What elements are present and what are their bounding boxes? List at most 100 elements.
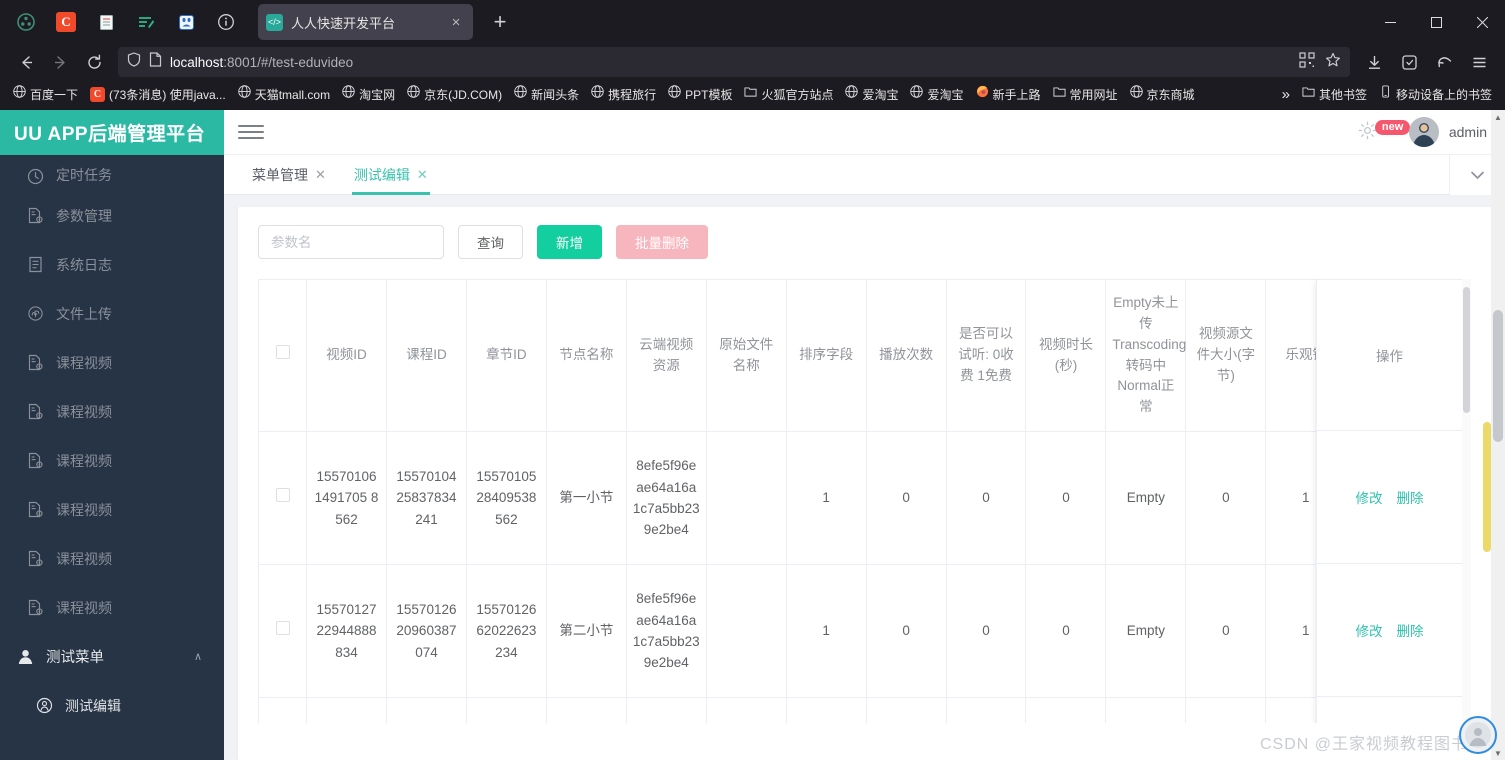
file-gear-icon: [27, 207, 44, 224]
sidebar-item-2[interactable]: 系统日志: [0, 240, 224, 289]
bookmark-folder-item[interactable]: 移动设备上的书签: [1374, 83, 1497, 105]
close-icon[interactable]: ✕: [417, 167, 428, 183]
bookmark-star-icon[interactable]: [1325, 52, 1341, 73]
bookmark-item[interactable]: 京东(JD.COM): [402, 83, 507, 105]
row-select-cell[interactable]: [259, 697, 308, 723]
bookmark-folder-item[interactable]: 其他书签: [1297, 83, 1372, 105]
cell-chapter-id: [466, 697, 547, 723]
menu-icon[interactable]: [1463, 47, 1495, 77]
close-icon[interactable]: ×: [447, 14, 465, 31]
bookmark-item[interactable]: 淘宝网: [337, 83, 400, 105]
bookmark-item[interactable]: 新闻头条: [509, 83, 584, 105]
table-header-label: 视频时长(秒): [1038, 336, 1093, 373]
sidebar-item-9[interactable]: 课程视频: [0, 583, 224, 632]
bookmark-item[interactable]: 新手上路: [971, 83, 1046, 105]
table-scrollbar[interactable]: [1462, 279, 1471, 723]
minimize-button[interactable]: [1367, 0, 1413, 44]
editor-icon[interactable]: [129, 5, 163, 39]
view-tab-1[interactable]: 测试编辑 ✕: [340, 155, 442, 195]
history-back-icon[interactable]: [1428, 47, 1460, 77]
maximize-button[interactable]: [1413, 0, 1459, 44]
bookmark-item[interactable]: 百度一下: [8, 83, 83, 105]
page-icon[interactable]: [149, 52, 162, 72]
info-icon[interactable]: [209, 5, 243, 39]
c-app-icon[interactable]: C: [49, 5, 83, 39]
close-window-button[interactable]: [1459, 0, 1505, 44]
app-root: UU APP后端管理平台 定时任务 参数管理 系统日志 文件上传 课程视频 课程视频 课程视…: [0, 110, 1505, 760]
bookmark-item[interactable]: 爱淘宝: [840, 83, 903, 105]
sidebar-item-3[interactable]: 文件上传: [0, 289, 224, 338]
new-tab-button[interactable]: +: [487, 11, 513, 33]
sidebar-item-5[interactable]: 课程视频: [0, 387, 224, 436]
sidebar-item-10[interactable]: 测试菜单 ∧: [0, 632, 224, 681]
content-area: new admin 菜单管理 ✕ 测试编辑 ✕ 查询 新增 批量删除: [224, 110, 1505, 760]
bookmark-item[interactable]: 火狐官方站点: [739, 83, 838, 105]
panel-wrapper: 查询 新增 批量删除 视频ID 课程ID 章节ID 节点名称 云端视频资源原始文件名称 排…: [224, 195, 1505, 760]
extensions-icon[interactable]: [1393, 47, 1425, 77]
username: admin: [1448, 124, 1487, 140]
close-icon[interactable]: ✕: [315, 167, 326, 183]
download-icon[interactable]: [1358, 47, 1390, 77]
batch-delete-button[interactable]: 批量删除: [616, 225, 708, 259]
bookmarks-overflow-icon[interactable]: »: [1277, 84, 1295, 105]
edit-link[interactable]: 修改: [1356, 620, 1383, 640]
table-row[interactable]: 8efe5f96: [259, 697, 1471, 723]
forward-button[interactable]: [44, 47, 76, 77]
sidebar-item-0[interactable]: 定时任务: [0, 155, 224, 191]
scroll-down-arrow[interactable]: ▼: [1491, 746, 1505, 760]
add-button[interactable]: 新增: [537, 225, 602, 259]
globe-icon: [668, 85, 681, 103]
table-header-label: 课程ID: [406, 347, 447, 363]
table-row[interactable]: 1557012722944888834 1557012620960387074 15…: [259, 564, 1471, 698]
globe-icon: [237, 85, 251, 103]
url-bar[interactable]: localhost:8001/#/test-eduvideo: [118, 47, 1350, 77]
row-select-cell[interactable]: [259, 431, 308, 565]
table-row[interactable]: 155701061491705 8562 1557010425837834241 1…: [259, 431, 1471, 565]
sidebar-item-7[interactable]: 课程视频: [0, 485, 224, 534]
bookmark-item[interactable]: PPT模板: [663, 83, 737, 105]
edit-link[interactable]: 修改: [1356, 487, 1383, 507]
bookmark-item[interactable]: 常用网址: [1048, 83, 1123, 105]
bookmark-item[interactable]: 天猫tmall.com: [233, 83, 335, 105]
floating-avatar-button[interactable]: [1459, 716, 1497, 754]
inner-scroll-indicator[interactable]: [1483, 422, 1491, 552]
bookmark-item[interactable]: 携程旅行: [586, 83, 661, 105]
row-select-cell[interactable]: [259, 564, 308, 698]
extension-icon[interactable]: [9, 5, 43, 39]
notes-icon[interactable]: [89, 5, 123, 39]
delete-link[interactable]: 删除: [1397, 487, 1424, 507]
cell-file-size: 0: [1185, 431, 1267, 565]
scroll-up-arrow[interactable]: ▲: [1491, 110, 1505, 124]
table-header-select[interactable]: [259, 279, 308, 432]
page-scrollbar-thumb[interactable]: [1493, 310, 1503, 442]
search-input[interactable]: [258, 225, 444, 259]
reload-button[interactable]: [78, 47, 110, 77]
menu-toggle-icon[interactable]: [238, 119, 264, 145]
delete-link[interactable]: 删除: [1397, 620, 1424, 640]
page-scrollbar-vertical[interactable]: ▲ ▼: [1491, 110, 1505, 760]
view-tab-0[interactable]: 菜单管理 ✕: [238, 155, 340, 195]
sidebar-item-1[interactable]: 参数管理: [0, 191, 224, 240]
query-button[interactable]: 查询: [458, 225, 523, 259]
bookmark-item[interactable]: 爱淘宝: [905, 83, 968, 105]
row-checkbox[interactable]: [275, 621, 290, 636]
sidebar-item-4[interactable]: 课程视频: [0, 338, 224, 387]
gear-icon[interactable]: [1358, 121, 1377, 144]
table-header-cell: 原始文件名称: [706, 279, 787, 432]
back-button[interactable]: [10, 47, 42, 77]
table-header-row: 视频ID 课程ID 章节ID 节点名称 云端视频资源 原始文件名称 排序字段 播放次数 是否可以…: [259, 279, 1471, 432]
sidebar-item-6[interactable]: 课程视频: [0, 436, 224, 485]
shield-icon[interactable]: [127, 52, 141, 72]
row-checkbox[interactable]: [275, 488, 290, 503]
sidebar-item-11[interactable]: 测试编辑: [0, 681, 224, 730]
bookmark-item[interactable]: 京东商城: [1125, 83, 1200, 105]
browser-tab[interactable]: </> 人人快速开发平台 ×: [258, 4, 473, 40]
bookmark-item[interactable]: C (73条消息) 使用java...: [85, 84, 231, 105]
qr-icon[interactable]: [1299, 51, 1315, 73]
baidu-icon[interactable]: [169, 5, 203, 39]
sidebar-item-8[interactable]: 课程视频: [0, 534, 224, 583]
select-all-checkbox[interactable]: [275, 345, 290, 360]
cell-course-id: [386, 697, 467, 723]
avatar[interactable]: [1408, 117, 1439, 147]
chevron-up-icon[interactable]: ∧: [194, 650, 202, 663]
